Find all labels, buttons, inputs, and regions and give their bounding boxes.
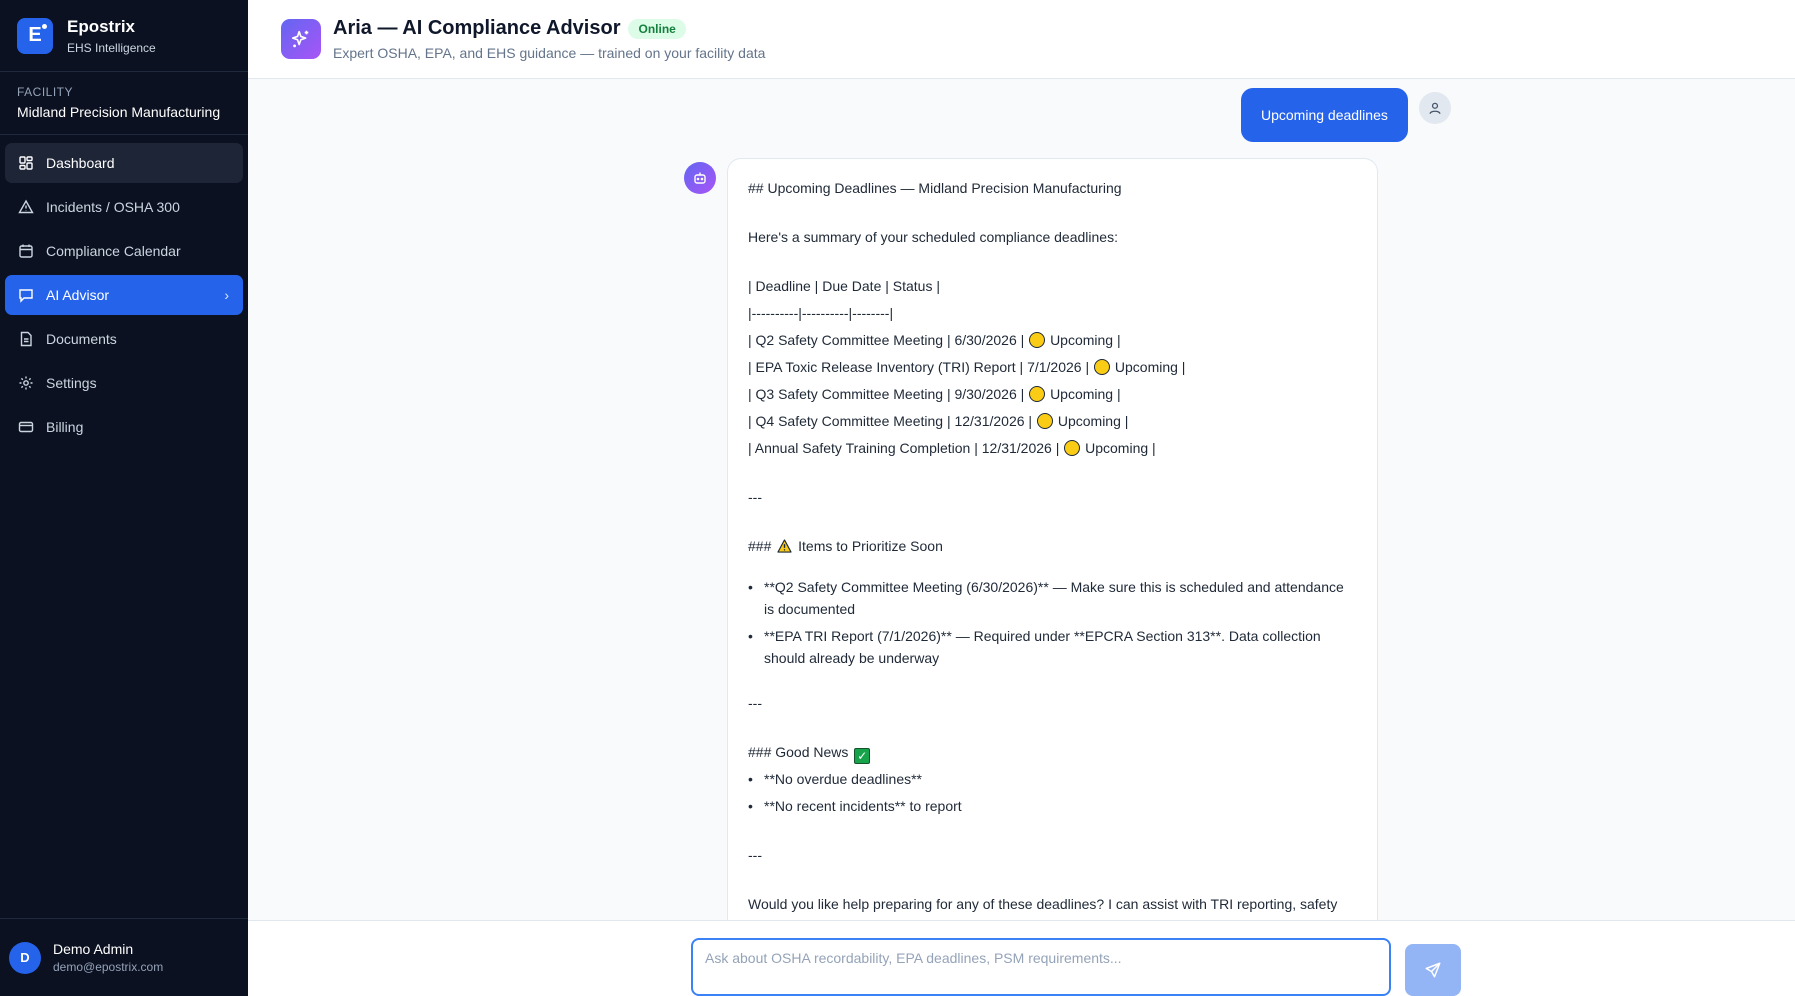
user-icon <box>1419 92 1451 124</box>
brand-logo-letter: E <box>28 24 42 46</box>
brand-subtitle: EHS Intelligence <box>67 40 156 55</box>
sidebar-item-label: Settings <box>46 375 97 391</box>
horizontal-rule: --- <box>748 847 762 863</box>
avatar: D <box>9 941 41 974</box>
list-item: • **Q2 Safety Committee Meeting (6/30/202… <box>748 579 1344 617</box>
gear-icon <box>19 376 33 390</box>
facility-label: FACILITY <box>17 85 74 99</box>
sidebar-item-settings[interactable]: Settings <box>5 363 243 403</box>
yellow-circle-icon <box>1036 413 1053 429</box>
table-row: | Q3 Safety Committee Meeting | 9/30/202… <box>748 386 1121 402</box>
status-badge: Online <box>628 18 686 39</box>
sidebar-item-billing[interactable]: Billing <box>5 407 243 447</box>
sidebar-item-label: Compliance Calendar <box>46 243 181 259</box>
list-item: • **No overdue deadlines** <box>748 771 922 787</box>
send-icon <box>1425 962 1441 978</box>
user-profile[interactable]: D Demo Admin demo@epostrix.com <box>0 918 248 996</box>
brand-logo: E <box>17 17 53 54</box>
table-row: | EPA Toxic Release Inventory (TRI) Repo… <box>748 359 1186 375</box>
sidebar-item-label: Documents <box>46 331 117 347</box>
sidebar-item-label: Incidents / OSHA 300 <box>46 199 180 215</box>
sidebar-nav: Dashboard Incidents / OSHA 300 Complianc… <box>0 135 248 459</box>
composer <box>248 920 1795 996</box>
horizontal-rule: --- <box>748 695 762 711</box>
document-icon <box>20 331 32 347</box>
card-icon <box>18 421 34 433</box>
sidebar-item-label: Dashboard <box>46 155 115 171</box>
response-heading: ## Upcoming Deadlines — Midland Precisio… <box>748 180 1122 196</box>
brand[interactable]: E Epostrix EHS Intelligence <box>0 0 248 72</box>
table-separator: |----------|----------|--------| <box>748 305 894 321</box>
facility-name: Midland Precision Manufacturing <box>17 104 221 120</box>
table-row: | Q2 Safety Committee Meeting | 6/30/202… <box>748 332 1121 348</box>
table-header: | Deadline | Due Date | Status | <box>748 278 940 294</box>
brand-name: Epostrix <box>67 16 136 36</box>
user-email: demo@epostrix.com <box>53 960 164 974</box>
page-header: Aria — AI Compliance Advisor Online Expe… <box>248 0 1795 79</box>
response-intro: Here's a summary of your scheduled compl… <box>748 229 1118 245</box>
sidebar-item-incidents[interactable]: Incidents / OSHA 300 <box>5 187 243 227</box>
good-news-heading: ### Good News ✓ <box>748 739 1357 766</box>
assistant-message: ## Upcoming Deadlines — Midland Precisio… <box>727 158 1378 920</box>
chat-area[interactable]: Upcoming deadlines ## Upcoming Deadlines… <box>248 80 1795 920</box>
grid-icon <box>19 156 33 170</box>
sidebar: E Epostrix EHS Intelligence FACILITY Mid… <box>0 0 248 996</box>
warning-icon <box>777 539 792 553</box>
chat-icon <box>19 289 33 303</box>
sidebar-item-dashboard[interactable]: Dashboard <box>5 143 243 183</box>
sidebar-item-label: AI Advisor <box>46 287 110 303</box>
bot-icon <box>684 162 716 194</box>
calendar-icon <box>19 244 33 258</box>
warning-icon <box>18 199 34 214</box>
list-item: • **EPA TRI Report (7/1/2026)** — Require… <box>748 628 1321 666</box>
yellow-circle-icon <box>1029 386 1046 402</box>
sidebar-item-documents[interactable]: Documents <box>5 319 243 359</box>
horizontal-rule: --- <box>748 489 762 505</box>
sidebar-item-compliance-calendar[interactable]: Compliance Calendar <box>5 231 243 271</box>
sidebar-item-ai-advisor[interactable]: AI Advisor › <box>5 275 243 315</box>
yellow-circle-icon <box>1029 332 1046 348</box>
sidebar-item-label: Billing <box>46 419 84 435</box>
facility-selector[interactable]: FACILITY Midland Precision Manufacturing <box>0 72 248 135</box>
list-item: • **No recent incidents** to report <box>748 798 962 814</box>
page-title: Aria — AI Compliance Advisor <box>333 17 621 39</box>
priority-heading: ### Items to Prioritize Soon <box>748 538 943 554</box>
send-button[interactable] <box>1405 944 1461 996</box>
table-row: | Q4 Safety Committee Meeting | 12/31/20… <box>748 413 1129 429</box>
table-row: | Annual Safety Training Completion | 12… <box>748 440 1156 456</box>
response-closing: Would you like help preparing for any of… <box>748 896 1338 912</box>
user-name: Demo Admin <box>53 941 134 957</box>
page-subtitle: Expert OSHA, EPA, and EHS guidance — tra… <box>333 45 766 61</box>
user-message: Upcoming deadlines <box>1241 88 1408 142</box>
check-mark-icon: ✓ <box>854 748 871 764</box>
yellow-circle-icon <box>1094 359 1110 375</box>
yellow-circle-icon <box>1064 440 1081 456</box>
chevron-right-icon: › <box>224 287 229 303</box>
chat-input[interactable] <box>691 938 1391 996</box>
sparkles-icon <box>281 19 321 59</box>
